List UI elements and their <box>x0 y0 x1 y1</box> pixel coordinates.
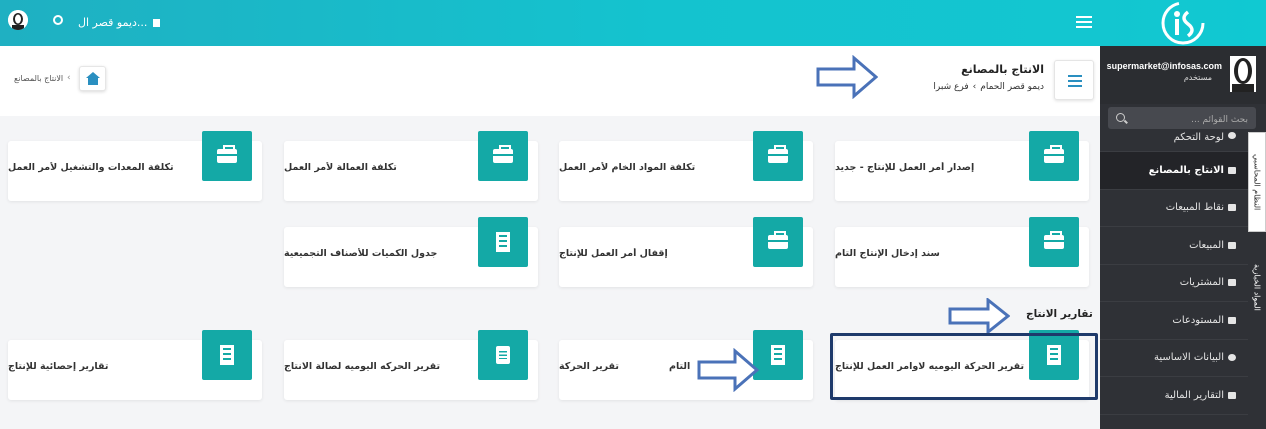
card-labor-cost[interactable]: تكلفة العمالة لأمر العمل <box>284 131 538 201</box>
menu-search <box>1108 107 1256 131</box>
card-movement-report[interactable]: تقرير الحركة التام <box>559 330 813 400</box>
reports-section-title: تقارير الانتاج <box>1026 308 1093 320</box>
subtitle-branch: ديمو قصر الحمام <box>980 82 1044 92</box>
hamburger-menu-icon[interactable] <box>1076 13 1092 33</box>
search-icon <box>1116 113 1125 122</box>
subtitle-separator: › <box>972 82 977 92</box>
database-icon <box>1228 204 1236 212</box>
branch-label: ديمو قصر ال... <box>78 16 148 29</box>
breadcrumb-current: الانتاج بالمصانع <box>14 74 64 83</box>
briefcase-icon <box>493 145 513 163</box>
sidebar-menu: لوحة التحكم الانتاج بالمصانع نقاط المبيع… <box>1100 132 1248 415</box>
vertical-tabs: النظام المحاسبي المواد الخبازية <box>1248 132 1266 332</box>
card-label: تكلفة المعدات والتشغيل لأمر العمل <box>8 162 174 173</box>
sidebar-item-purchases[interactable]: المشتريات <box>1100 265 1248 302</box>
briefcase-icon <box>1044 231 1064 249</box>
breadcrumb-home[interactable] <box>79 66 106 91</box>
card-label: إصدار أمر العمل للإنتاج - جديد <box>835 162 975 173</box>
card-bill-of-quantities[interactable]: جدول الكميات للأصناف التجميعية <box>284 217 538 287</box>
card-label: تكلفة المواد الخام لأمر العمل <box>559 162 696 173</box>
sidebar-item-sales[interactable]: المبيعات <box>1100 227 1248 265</box>
tab-materials[interactable]: المواد الخبازية <box>1248 242 1266 332</box>
briefcase-icon <box>768 231 788 249</box>
truck-icon <box>1228 241 1236 249</box>
briefcase-icon <box>768 145 788 163</box>
tab-accounting-system[interactable]: النظام المحاسبي <box>1248 132 1266 232</box>
page-subtitle: ديمو قصر الحمام › فرع شبرا <box>933 82 1044 92</box>
card-tile <box>753 217 803 267</box>
card-daily-production-hall-report[interactable]: تقرير الحركه اليوميه لصالة الانتاج <box>284 330 538 400</box>
card-tile <box>202 330 252 380</box>
globe-icon[interactable] <box>53 15 63 25</box>
list-icon <box>1068 75 1082 90</box>
menu-search-input[interactable] <box>1108 109 1256 131</box>
card-tile <box>753 330 803 380</box>
sidebar-user-panel: supermarket@infosas.com مستخدم <box>1100 46 1266 104</box>
home-icon <box>86 72 100 85</box>
card-label-tail: التام <box>669 361 691 372</box>
archive-icon <box>1228 316 1236 324</box>
card-tile <box>202 131 252 181</box>
sidebar-item-dashboard[interactable]: لوحة التحكم <box>1100 132 1248 152</box>
annotation-arrow-icon <box>697 348 759 392</box>
sidebar-item-pos[interactable]: نقاط المبيعات <box>1100 190 1248 227</box>
sidebar-item-factory-production[interactable]: الانتاج بالمصانع <box>1100 152 1248 190</box>
card-finished-goods-entry[interactable]: سند إدخال الإنتاج التام <box>835 217 1089 287</box>
sidebar-item-master-data[interactable]: البيانات الاساسية <box>1100 340 1248 377</box>
factory-icon <box>1228 166 1236 174</box>
card-tile <box>753 131 803 181</box>
logo-area <box>1100 0 1266 46</box>
annotation-highlight-box <box>830 333 1098 400</box>
sidebar-item-financial-reports[interactable]: التقارير المالية <box>1100 377 1248 415</box>
briefcase-icon <box>217 145 237 163</box>
card-label: تكلفة العمالة لأمر العمل <box>284 162 397 173</box>
sidebar-item-label: الانتاج بالمصانع <box>1148 164 1224 176</box>
sidebar-item-label: المشتريات <box>1179 277 1224 289</box>
brand-logo-icon <box>1161 1 1205 45</box>
video-icon <box>1228 279 1236 287</box>
card-issue-work-order[interactable]: إصدار أمر العمل للإنتاج - جديد <box>835 131 1089 201</box>
sidebar-item-label: نقاط المبيعات <box>1165 202 1224 214</box>
annotation-arrow-icon <box>948 298 1010 334</box>
sidebar-item-label: لوحة التحكم <box>1173 132 1224 143</box>
sidebar-item-label: التقارير المالية <box>1164 389 1224 401</box>
top-bar: ديمو قصر ال... <box>0 0 1100 46</box>
subtitle-sub-branch: فرع شبرا <box>933 82 969 92</box>
user-avatar-icon[interactable] <box>8 10 28 30</box>
sidebar-item-warehouses[interactable]: المستودعات <box>1100 302 1248 340</box>
card-close-work-order[interactable]: إقفال أمر العمل للإنتاج <box>559 217 813 287</box>
card-raw-material-cost[interactable]: تكلفة المواد الخام لأمر العمل <box>559 131 813 201</box>
breadcrumb-separator: ‹ <box>67 73 71 83</box>
sidebar-item-label: البيانات الاساسية <box>1154 352 1224 364</box>
info-icon <box>1228 132 1236 139</box>
card-tile <box>478 330 528 380</box>
page-title-icon-box <box>1054 60 1094 100</box>
card-production-statistics[interactable]: تقارير إحصائية للإنتاج <box>8 330 262 400</box>
page-title: الانتاج بالمصانع <box>961 63 1044 76</box>
page-header: ‹ الانتاج بالمصانع الانتاج بالمصانع ديمو… <box>0 46 1100 116</box>
card-tile <box>1029 131 1079 181</box>
card-tile <box>1029 217 1079 267</box>
sidebar: supermarket@infosas.com مستخدم لوحة التح… <box>1100 46 1266 429</box>
user-email: supermarket@infosas.com <box>1106 61 1222 71</box>
card-label: إقفال أمر العمل للإنتاج <box>559 248 668 259</box>
card-tile <box>478 217 528 267</box>
briefcase-icon <box>1044 145 1064 163</box>
user-role: مستخدم <box>1183 73 1212 82</box>
card-label: تقارير إحصائية للإنتاج <box>8 361 109 372</box>
user-avatar-icon <box>1230 56 1256 92</box>
card-tile <box>478 131 528 181</box>
annotation-arrow-icon <box>816 55 878 99</box>
sidebar-item-label: المستودعات <box>1172 314 1224 326</box>
card-label: تقرير الحركه اليوميه لصالة الانتاج <box>284 361 441 372</box>
card-equipment-cost[interactable]: تكلفة المعدات والتشغيل لأمر العمل <box>8 131 262 201</box>
store-icon <box>152 19 160 27</box>
card-label: سند إدخال الإنتاج التام <box>835 248 940 259</box>
card-label: جدول الكميات للأصناف التجميعية <box>284 248 438 259</box>
branch-selector[interactable]: ديمو قصر ال... <box>78 16 160 29</box>
info-icon <box>1228 354 1236 362</box>
sidebar-item-label: المبيعات <box>1189 239 1224 251</box>
document-icon <box>1228 391 1236 399</box>
